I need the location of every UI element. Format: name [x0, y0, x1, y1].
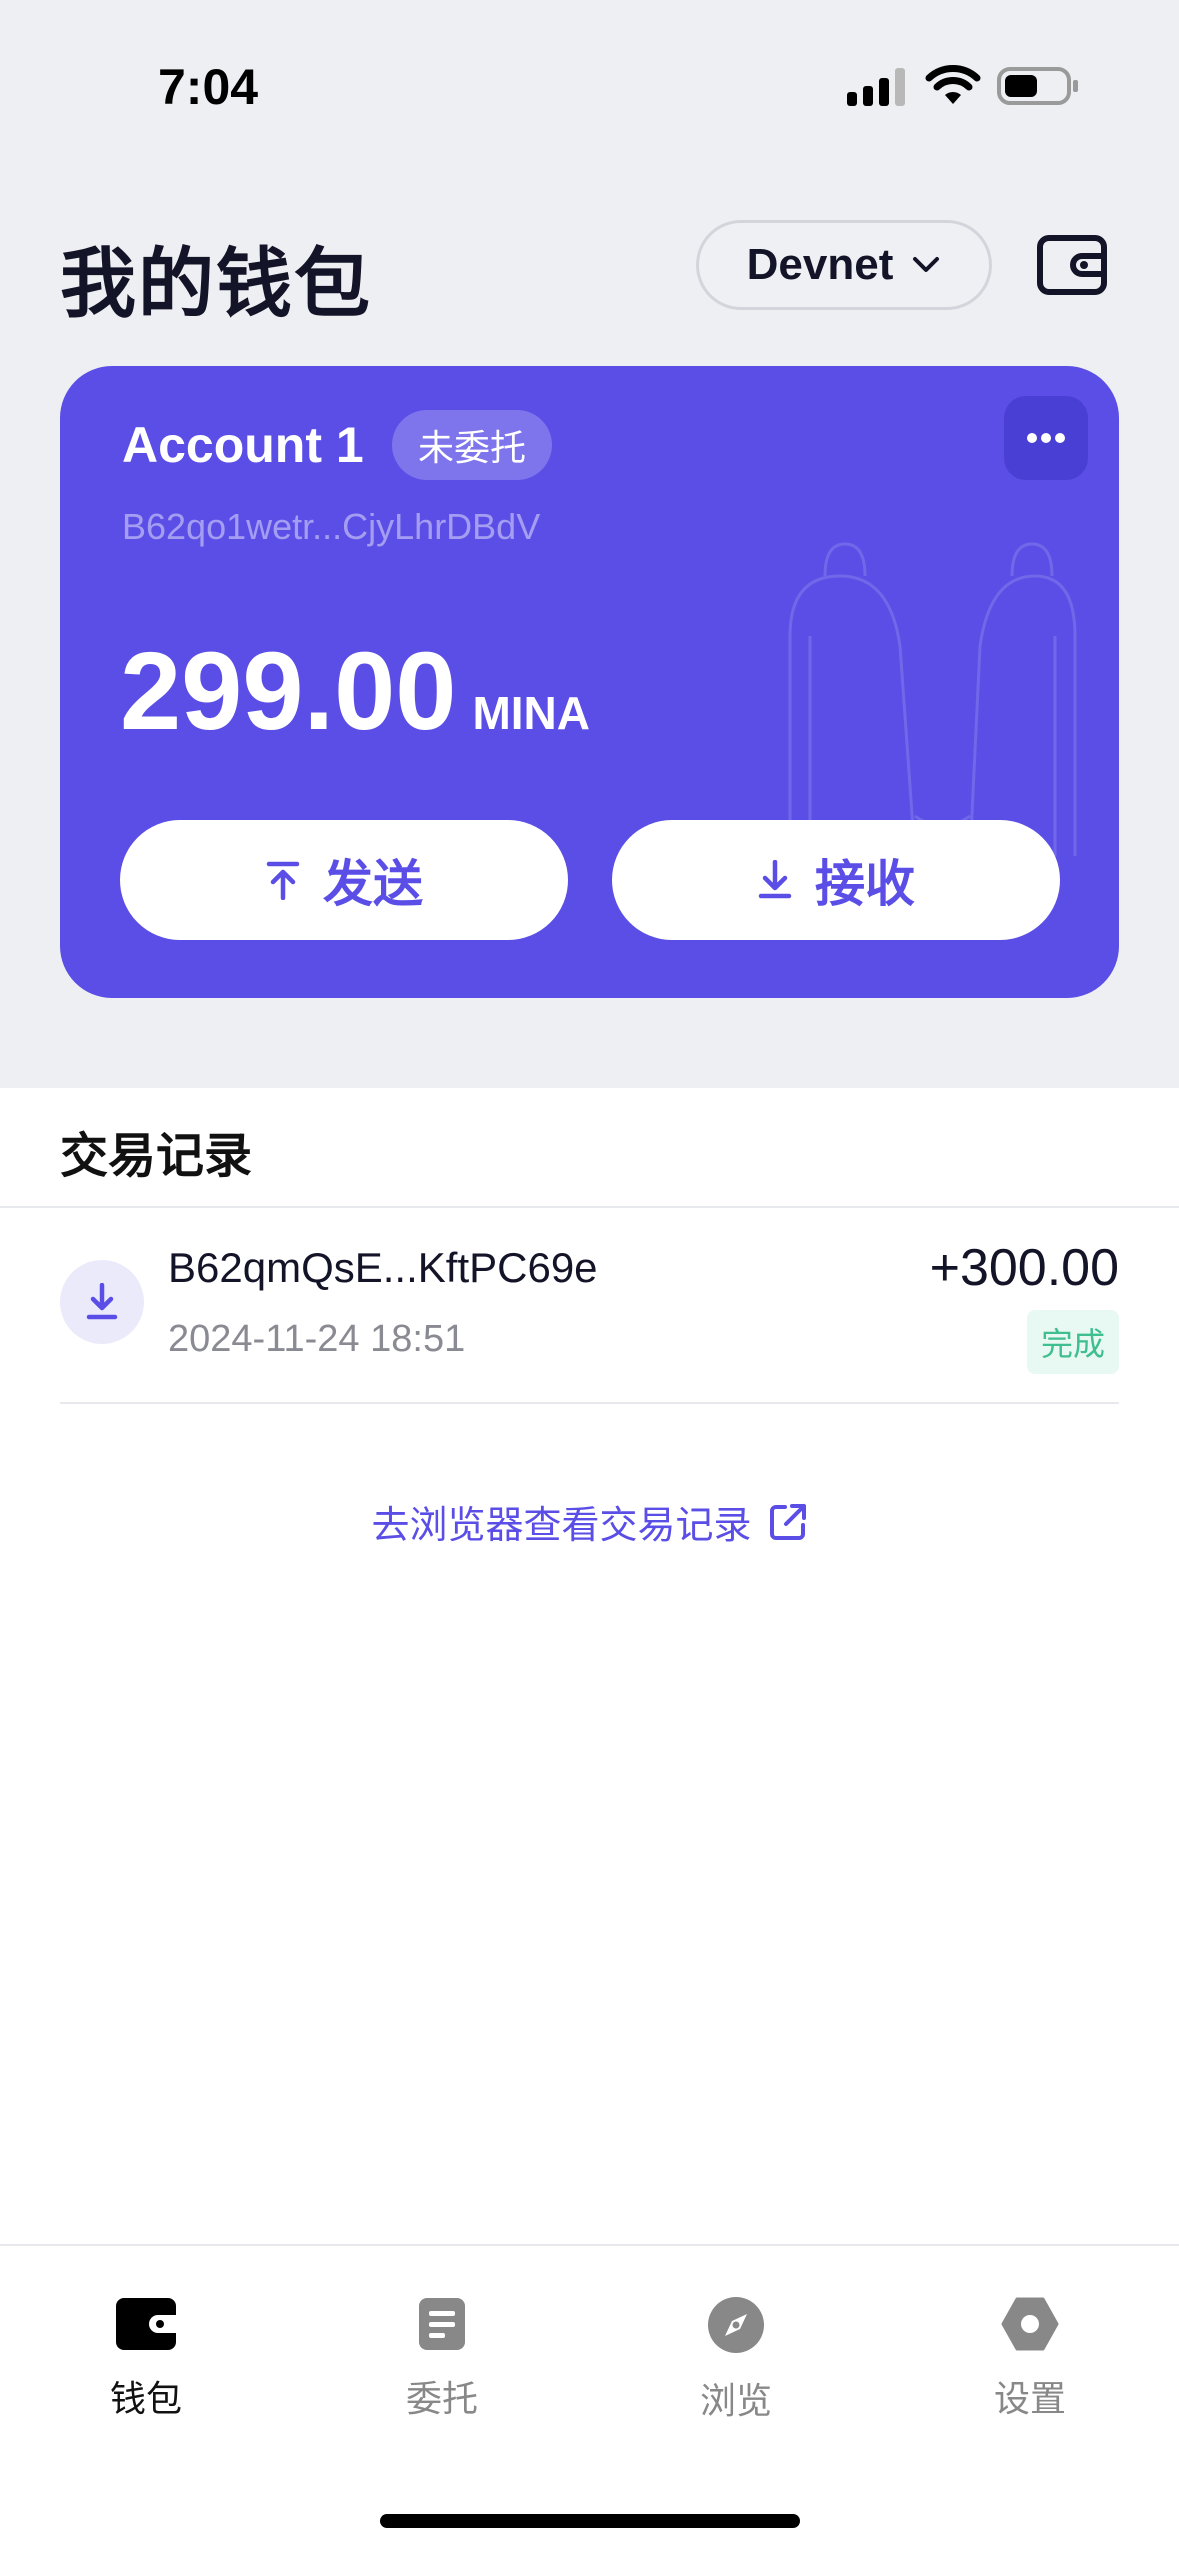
tab-settings[interactable]: 设置 — [930, 2296, 1130, 2422]
transaction-amount: +300.00 — [929, 1239, 1119, 1297]
status-time: 7:04 — [158, 59, 259, 115]
tab-browse-label: 浏览 — [699, 2381, 772, 2422]
chevron-down-icon — [913, 257, 940, 272]
external-link-icon — [769, 1503, 806, 1540]
explorer-link-label: 去浏览器查看交易记录 — [371, 1503, 752, 1547]
wallet-icon — [116, 2298, 176, 2350]
delegation-status-badge: 未委托 — [392, 410, 553, 480]
receive-button[interactable]: 接收 — [612, 820, 1060, 940]
transaction-divider — [60, 1402, 1119, 1404]
backpack-illustration-icon — [788, 542, 1077, 856]
transaction-date: 2024-11-24 18:51 — [168, 1318, 466, 1360]
cellular-signal-icon — [847, 68, 905, 106]
tab-delegate[interactable]: 委托 — [342, 2296, 542, 2422]
gear-icon — [1001, 2297, 1059, 2351]
tab-wallet-label: 钱包 — [109, 2379, 182, 2420]
transaction-row[interactable]: B62qmQsE...KftPC69e 2024-11-24 18:51 +30… — [60, 1210, 1119, 1402]
account-name: Account 1 — [122, 417, 364, 473]
account-address[interactable]: B62qo1wetr...CjyLhrDBdV — [122, 506, 540, 548]
tab-delegate-label: 委托 — [405, 2379, 478, 2420]
send-arrow-icon — [266, 861, 300, 900]
wifi-icon — [925, 65, 981, 104]
wallet-icon[interactable] — [1036, 234, 1108, 296]
balance-row: 299.00 MINA — [120, 628, 590, 755]
document-icon — [419, 2298, 465, 2350]
transaction-status-badge: 完成 — [1026, 1310, 1119, 1374]
receive-label: 接收 — [815, 855, 915, 913]
balance-amount: 299.00 — [120, 630, 457, 753]
transaction-address: B62qmQsE...KftPC69e — [168, 1244, 598, 1291]
receive-icon — [60, 1260, 144, 1344]
tab-wallet[interactable]: 钱包 — [46, 2296, 246, 2422]
send-label: 发送 — [323, 855, 423, 913]
more-dots-icon — [1027, 433, 1065, 443]
view-in-explorer-link[interactable]: 去浏览器查看交易记录 — [0, 1494, 1179, 1549]
tab-settings-label: 设置 — [993, 2379, 1066, 2420]
balance-unit: MINA — [472, 687, 590, 739]
network-selector[interactable]: Devnet — [696, 220, 992, 310]
send-button[interactable]: 发送 — [120, 820, 568, 940]
account-card: Account 1 未委托 B62qo1wetr...CjyLhrDBdV 29… — [60, 366, 1119, 998]
battery-icon — [997, 67, 1078, 105]
section-divider — [0, 1206, 1179, 1208]
tab-browse[interactable]: 浏览 — [636, 2296, 836, 2424]
network-label: Devnet — [746, 240, 894, 289]
transactions-title: 交易记录 — [60, 1128, 253, 1184]
receive-arrow-icon — [758, 860, 792, 899]
tabbar-divider — [0, 2244, 1179, 2246]
page-title: 我的钱包 — [60, 239, 372, 328]
compass-icon — [708, 2297, 764, 2353]
home-indicator[interactable] — [380, 2514, 800, 2528]
more-options-button[interactable] — [1004, 396, 1088, 480]
